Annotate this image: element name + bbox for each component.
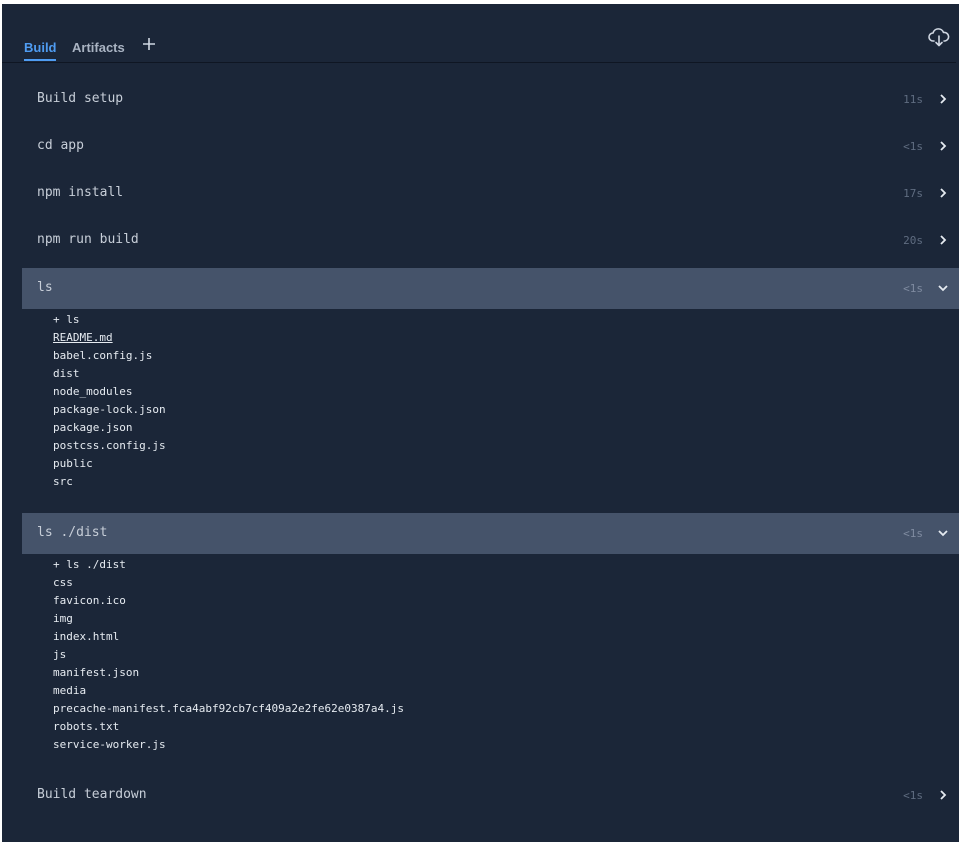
step-duration: 11s — [903, 93, 923, 106]
pipeline-log-panel: Build Artifacts Build setup 11s cd app <… — [2, 4, 959, 842]
log-line: favicon.ico — [53, 594, 126, 607]
plus-icon[interactable] — [141, 36, 157, 52]
log-line: index.html — [53, 630, 120, 643]
chevron-right-icon — [940, 235, 947, 245]
chevron-right-icon — [940, 94, 947, 104]
step-duration: 20s — [903, 234, 923, 247]
log-line: node_modules — [53, 385, 133, 398]
log-line-link[interactable]: README.md — [53, 329, 166, 347]
step-cd-app[interactable]: cd app <1s — [22, 126, 959, 167]
log-line: precache-manifest.fca4abf92cb7cf409a2e2f… — [53, 702, 404, 715]
log-line: postcss.config.js — [53, 439, 166, 452]
tab-bar: Build Artifacts — [2, 4, 956, 63]
log-line: + ls — [53, 313, 80, 326]
step-name: ls — [37, 280, 53, 295]
step-duration: <1s — [903, 789, 923, 802]
step-duration: <1s — [903, 140, 923, 153]
step-name: npm install — [37, 185, 124, 200]
step-ls[interactable]: ls <1s — [22, 268, 959, 309]
chevron-down-icon — [938, 285, 948, 292]
tab-build[interactable]: Build — [24, 40, 57, 55]
log-line: media — [53, 684, 87, 697]
log-line: babel.config.js — [53, 349, 153, 362]
chevron-right-icon — [940, 188, 947, 198]
step-ls-dist[interactable]: ls ./dist <1s — [22, 513, 959, 554]
log-line: css — [53, 576, 73, 589]
log-line: robots.txt — [53, 720, 120, 733]
step-ls-dist-output: + ls ./dist css favicon.ico img index.ht… — [53, 556, 404, 754]
log-line: + ls ./dist — [53, 558, 126, 571]
step-npm-run-build[interactable]: npm run build 20s — [22, 220, 959, 261]
chevron-right-icon — [940, 141, 947, 151]
step-duration: <1s — [903, 527, 923, 540]
step-name: Build setup — [37, 91, 124, 106]
step-name: ls ./dist — [37, 525, 108, 540]
cloud-download-icon[interactable] — [928, 28, 950, 48]
log-line: js — [53, 648, 67, 661]
chevron-down-icon — [938, 530, 948, 537]
log-line: manifest.json — [53, 666, 140, 679]
active-tab-indicator — [24, 59, 56, 61]
step-name: npm run build — [37, 232, 139, 247]
log-line: src — [53, 475, 73, 488]
step-name: cd app — [37, 138, 84, 153]
step-name: Build teardown — [37, 787, 147, 802]
step-ls-output: + ls README.md babel.config.js dist node… — [53, 311, 166, 491]
log-line: service-worker.js — [53, 738, 166, 751]
chevron-right-icon — [940, 790, 947, 800]
log-line: dist — [53, 367, 80, 380]
step-duration: 17s — [903, 187, 923, 200]
step-build-setup[interactable]: Build setup 11s — [22, 79, 959, 120]
step-npm-install[interactable]: npm install 17s — [22, 173, 959, 214]
step-build-teardown[interactable]: Build teardown <1s — [22, 775, 959, 816]
log-line: package.json — [53, 421, 133, 434]
tab-artifacts[interactable]: Artifacts — [72, 40, 125, 55]
log-line: img — [53, 612, 73, 625]
log-line: package-lock.json — [53, 403, 166, 416]
log-line: public — [53, 457, 93, 470]
step-duration: <1s — [903, 282, 923, 295]
